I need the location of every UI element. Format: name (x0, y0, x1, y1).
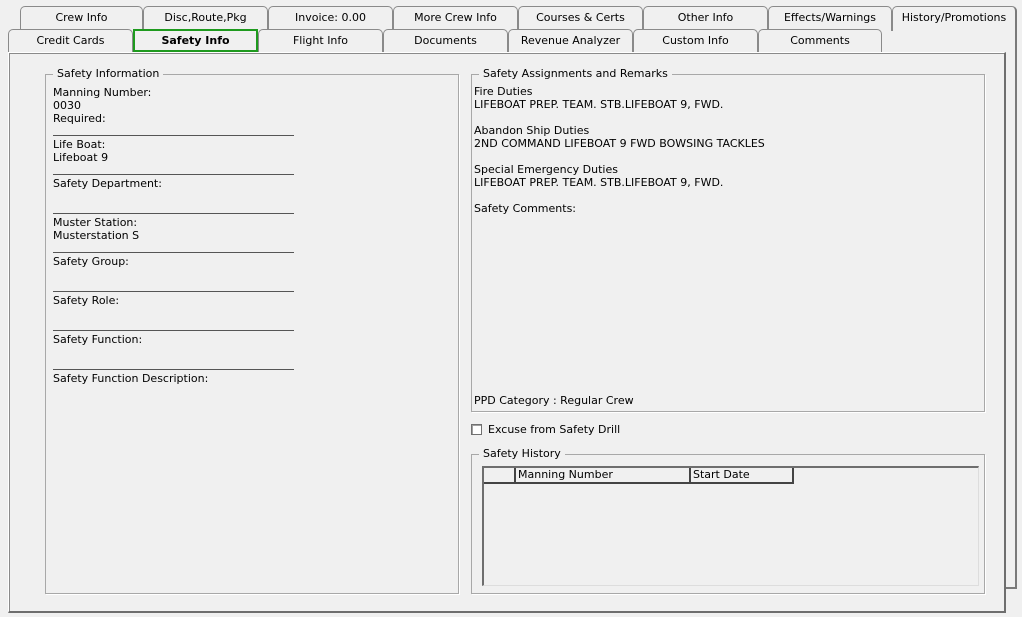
divider (53, 174, 294, 176)
excuse-safety-drill-checkbox[interactable] (471, 424, 482, 435)
fire-duties-label: Fire Duties (474, 85, 533, 98)
life-boat-value: Lifeboat 9 (53, 151, 109, 164)
tab-history-promotions[interactable]: History/Promotions (892, 6, 1017, 31)
safety-history-grid[interactable]: Manning Number Start Date (482, 466, 979, 586)
life-boat-label: Life Boat: (53, 138, 106, 151)
tab-custom-info[interactable]: Custom Info (633, 29, 758, 52)
divider (53, 252, 294, 254)
safety-function-description-field: Safety Function Description: (53, 372, 294, 385)
safety-history-group: Safety History Manning Number Start Date (471, 447, 985, 594)
abandon-ship-duties-value: 2ND COMMAND LIFEBOAT 9 FWD BOWSING TACKL… (474, 137, 765, 150)
tab-flight-info[interactable]: Flight Info (258, 29, 383, 52)
divider (53, 135, 294, 137)
safety-role-field: Safety Role: (53, 294, 294, 307)
grid-header: Manning Number Start Date (484, 468, 978, 484)
tab-effects-warnings[interactable]: Effects/Warnings (768, 6, 892, 31)
tab-more-crew-info[interactable]: More Crew Info (393, 6, 518, 31)
tab-courses-certs[interactable]: Courses & Certs (518, 6, 643, 31)
life-boat-field: Life Boat: Lifeboat 9 (53, 138, 294, 164)
safety-remarks-text: Fire Duties LIFEBOAT PREP. TEAM. STB.LIF… (474, 85, 765, 228)
divider (53, 330, 294, 332)
tab-comments[interactable]: Comments (758, 29, 882, 52)
safety-function-label: Safety Function: (53, 333, 143, 346)
fire-duties-value: LIFEBOAT PREP. TEAM. STB.LIFEBOAT 9, FWD… (474, 98, 724, 111)
tab-credit-cards[interactable]: Credit Cards (8, 29, 133, 52)
special-emergency-duties-label: Special Emergency Duties (474, 163, 618, 176)
tab-other-info[interactable]: Other Info (643, 6, 768, 31)
safety-group-label: Safety Group: (53, 255, 129, 268)
muster-station-field: Muster Station: Musterstation S (53, 216, 294, 242)
safety-info-panel: Safety Information Manning Number: 0030 … (8, 52, 1006, 613)
tab-safety-info[interactable]: Safety Info (133, 29, 258, 52)
safety-comments-label: Safety Comments: (474, 202, 577, 215)
muster-station-label: Muster Station: (53, 216, 138, 229)
abandon-ship-duties-label: Abandon Ship Duties (474, 124, 590, 137)
safety-role-label: Safety Role: (53, 294, 120, 307)
divider (53, 213, 294, 215)
safety-assignments-title: Safety Assignments and Remarks (479, 67, 672, 81)
divider (53, 369, 294, 371)
safety-information-title: Safety Information (53, 67, 164, 81)
column-header-manning-number[interactable]: Manning Number (516, 468, 691, 484)
special-emergency-duties-value: LIFEBOAT PREP. TEAM. STB.LIFEBOAT 9, FWD… (474, 176, 724, 189)
required-field: Required: (53, 112, 294, 125)
tab-revenue-analyzer[interactable]: Revenue Analyzer (508, 29, 633, 52)
column-header-start-date[interactable]: Start Date (691, 468, 794, 484)
manning-number-field: Manning Number: 0030 (53, 86, 294, 112)
safety-department-label: Safety Department: (53, 177, 162, 190)
tab-disc-route-pkg[interactable]: Disc,Route,Pkg (143, 6, 268, 31)
divider (53, 291, 294, 293)
safety-group-field: Safety Group: (53, 255, 294, 268)
safety-assignments-group: Safety Assignments and Remarks Fire Duti… (471, 67, 985, 412)
safety-history-title: Safety History (479, 447, 565, 461)
safety-department-field: Safety Department: (53, 177, 294, 190)
ppd-category: PPD Category : Regular Crew (474, 394, 634, 407)
safety-function-description-label: Safety Function Description: (53, 372, 209, 385)
manning-number-value: 0030 (53, 99, 81, 112)
excuse-safety-drill-row[interactable]: Excuse from Safety Drill (471, 423, 620, 436)
excuse-safety-drill-label[interactable]: Excuse from Safety Drill (488, 423, 620, 436)
tab-invoice[interactable]: Invoice: 0.00 (268, 6, 393, 31)
safety-information-group: Safety Information Manning Number: 0030 … (45, 67, 459, 594)
manning-number-label: Manning Number: (53, 86, 152, 99)
tab-documents[interactable]: Documents (383, 29, 508, 52)
muster-station-value: Musterstation S (53, 229, 140, 242)
tab-crew-info[interactable]: Crew Info (20, 6, 143, 31)
grid-row-header-corner (484, 468, 516, 484)
safety-function-field: Safety Function: (53, 333, 294, 346)
required-label: Required: (53, 112, 106, 125)
